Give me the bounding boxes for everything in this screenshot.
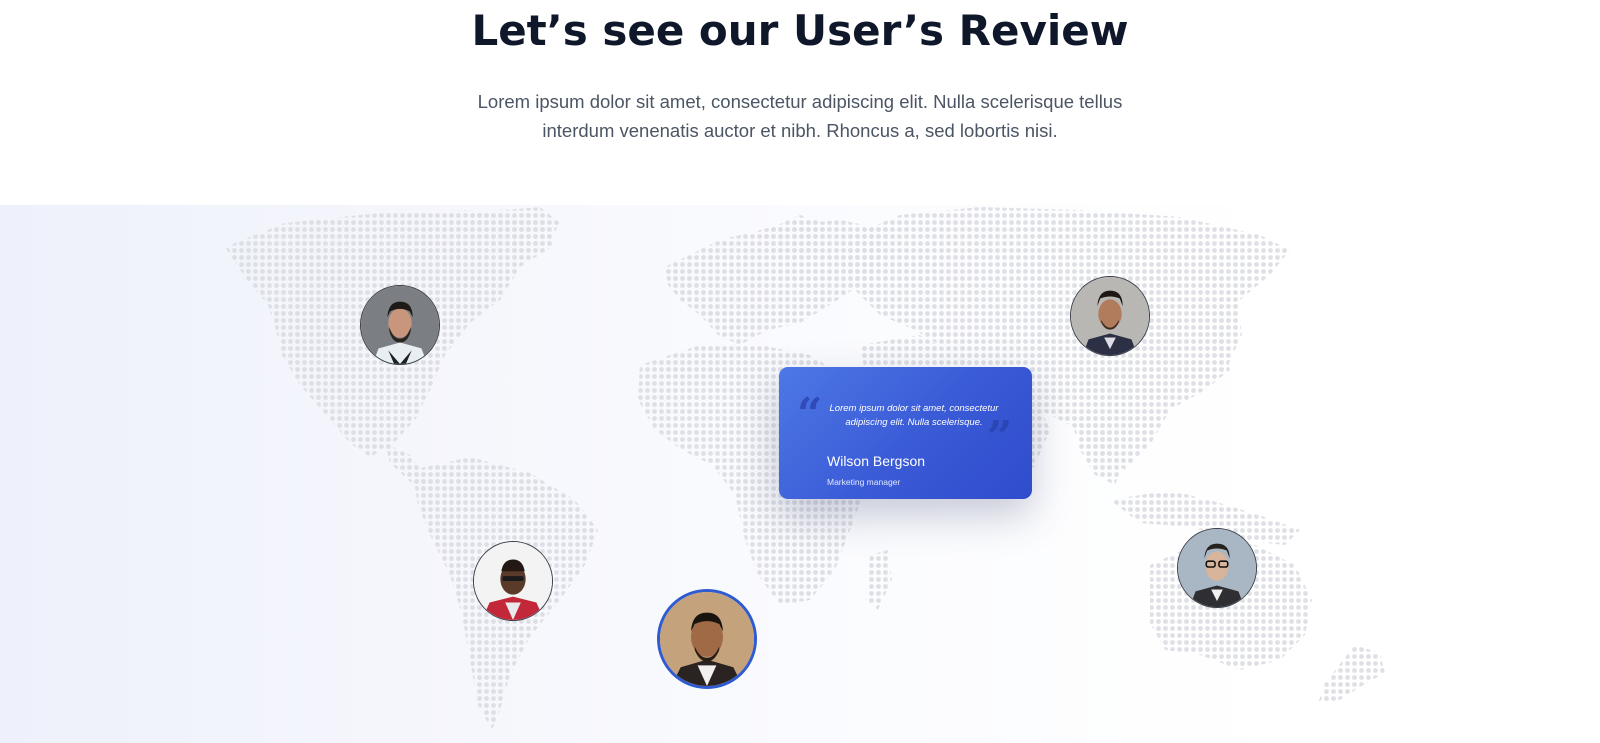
description-line-2: interdum venenatis auctor et nibh. Rhonc…	[542, 120, 1058, 141]
review-quote: Lorem ipsum dolor sit amet, consectetur …	[829, 403, 999, 428]
section-description: Lorem ipsum dolor sit amet, consectetur …	[440, 87, 1160, 145]
person-icon	[474, 542, 552, 620]
reviewer-avatar-africa[interactable]	[657, 589, 757, 689]
review-map-section: “ Lorem ipsum dolor sit amet, consectetu…	[0, 205, 1600, 743]
reviewer-role: Marketing manager	[827, 477, 901, 487]
reviewer-avatar-oceania[interactable]	[1177, 528, 1257, 608]
reviewer-avatar-asia[interactable]	[1070, 276, 1150, 356]
review-card: “ Lorem ipsum dolor sit amet, consectetu…	[779, 367, 1032, 499]
reviewer-avatar-north-america[interactable]	[360, 285, 440, 365]
reviewer-name: Wilson Bergson	[827, 453, 926, 469]
reviewer-avatar-south-america[interactable]	[473, 541, 553, 621]
quote-close-icon: ”	[987, 412, 1013, 463]
person-icon	[361, 286, 439, 364]
person-icon	[660, 592, 754, 686]
quote-open-icon: “	[797, 389, 823, 440]
person-icon	[1071, 277, 1149, 355]
description-line-1: Lorem ipsum dolor sit amet, consectetur …	[477, 91, 1123, 112]
section-title: Let’s see our User’s Review	[471, 6, 1129, 55]
person-icon	[1178, 529, 1256, 607]
